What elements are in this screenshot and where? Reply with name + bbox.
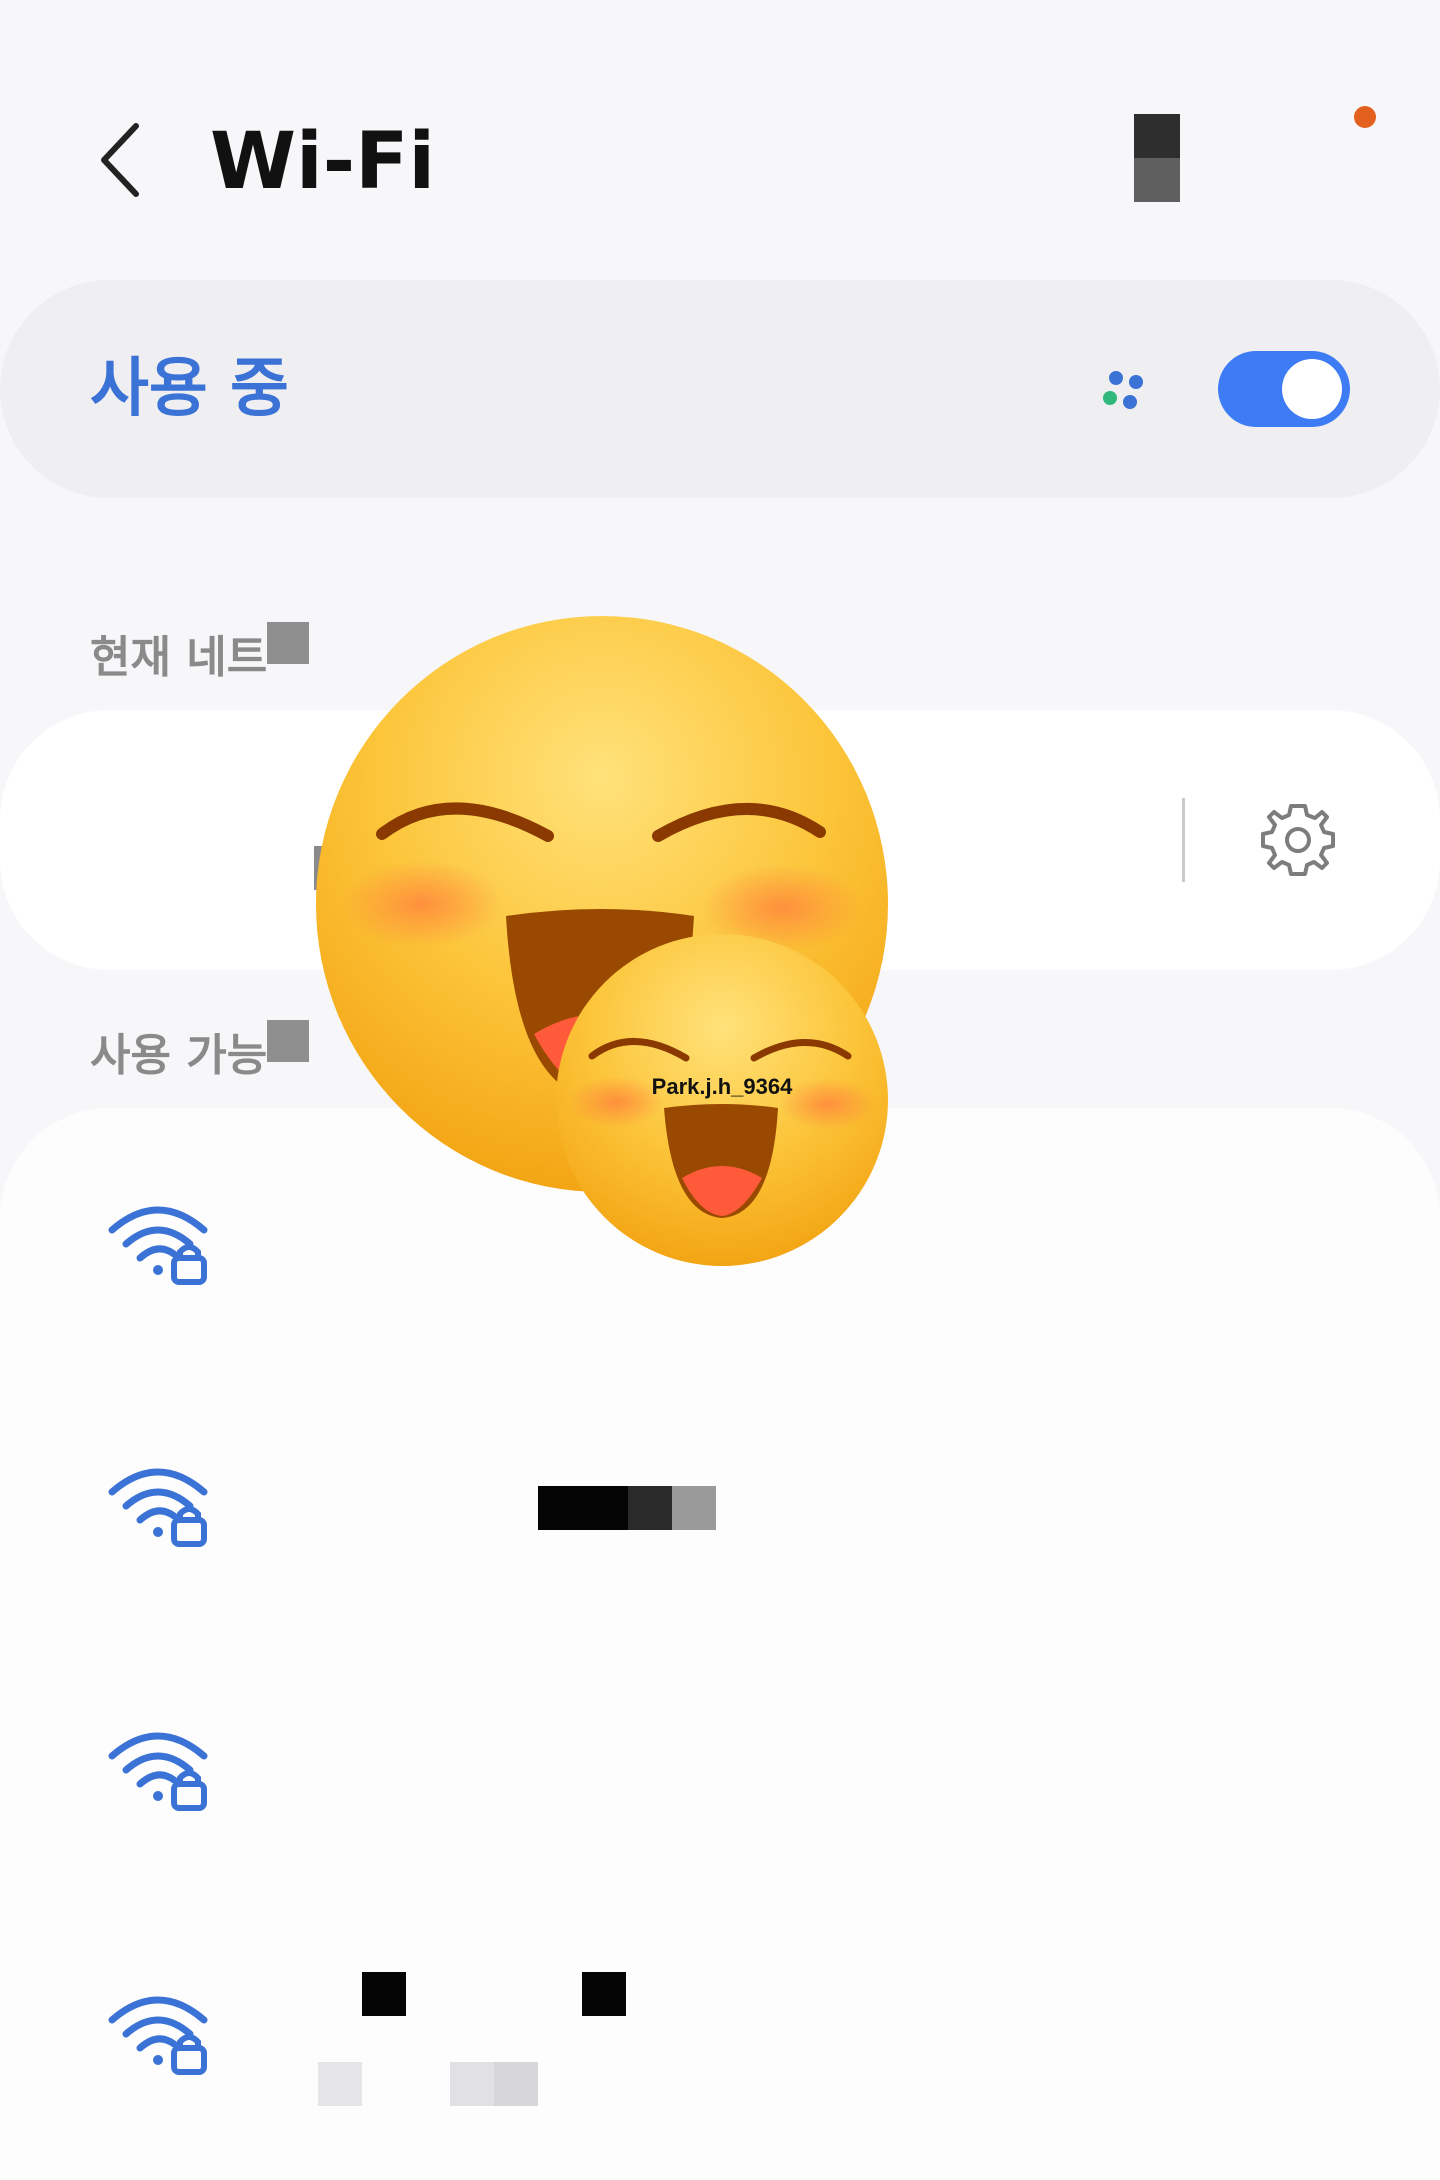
laughing-emoji-sticker-small [556, 934, 888, 1266]
wifi-settings-page: Wi-Fi 사용 중 현재 네트 사용 가능 Park.j.h_9364 [0, 0, 1440, 2180]
redacted-block [582, 1972, 626, 2016]
gear-icon[interactable] [1258, 800, 1338, 880]
notification-dot [1354, 106, 1376, 128]
redacted-block [672, 1486, 716, 1530]
network-row[interactable] [0, 1372, 1440, 1632]
section-title-current-text: 현재 네트 [90, 632, 268, 683]
wifi-toggle-switch[interactable] [1218, 351, 1350, 427]
section-title-available: 사용 가능 [90, 1020, 310, 1086]
divider [1182, 798, 1185, 882]
wifi-lock-icon [108, 1206, 208, 1285]
switch-knob [1282, 359, 1342, 419]
redacted-block [450, 2062, 494, 2106]
redacted-block [494, 2062, 538, 2106]
dots-icon[interactable] [1102, 366, 1152, 416]
network-row[interactable] [0, 1636, 1440, 1896]
wifi-lock-icon [108, 1732, 208, 1811]
app-bar: Wi-Fi [0, 0, 1440, 270]
redacted-block [318, 2062, 362, 2106]
section-title-current: 현재 네트 [90, 622, 310, 688]
redacted-block [267, 1020, 310, 1062]
sticker-watermark: Park.j.h_9364 [651, 1074, 793, 1099]
wifi-lock-icon [108, 1468, 208, 1547]
wifi-status-label: 사용 중 [90, 352, 289, 426]
chevron-left-icon [101, 123, 139, 197]
redacted-block [362, 1972, 406, 2016]
back-button[interactable] [80, 110, 160, 210]
redacted-block [538, 1486, 628, 1530]
network-row[interactable] [0, 1900, 1440, 2160]
wifi-lock-icon [108, 1996, 208, 2075]
redacted-block [267, 622, 310, 664]
page-title: Wi-Fi [210, 117, 436, 207]
section-title-available-text: 사용 가능 [90, 1030, 268, 1081]
redacted-block [628, 1486, 672, 1530]
redacted-block [1134, 114, 1180, 202]
